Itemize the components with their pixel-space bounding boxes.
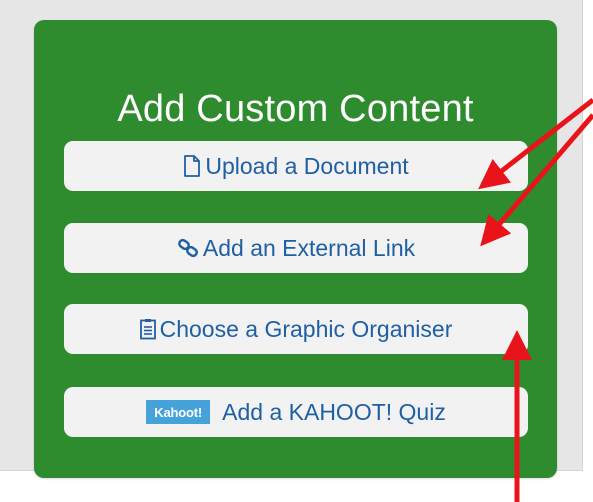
panel-title: Add Custom Content [117, 88, 474, 130]
choose-graphic-organiser-button[interactable]: Choose a Graphic Organiser [64, 304, 528, 354]
add-kahoot-quiz-label: Add a KAHOOT! Quiz [222, 398, 446, 425]
organiser-icon [139, 318, 156, 340]
kahoot-logo: Kahoot! [146, 400, 211, 424]
add-external-link-button[interactable]: Add an External Link [64, 223, 528, 273]
upload-document-label: Upload a Document [205, 152, 409, 179]
add-external-link-label: Add an External Link [202, 234, 416, 261]
add-kahoot-quiz-button[interactable]: Kahoot! Add a KAHOOT! Quiz [64, 387, 528, 437]
upload-document-button[interactable]: Upload a Document [64, 141, 528, 191]
document-icon [183, 155, 201, 177]
choose-graphic-organiser-label: Choose a Graphic Organiser [159, 315, 453, 342]
link-icon [177, 238, 199, 258]
